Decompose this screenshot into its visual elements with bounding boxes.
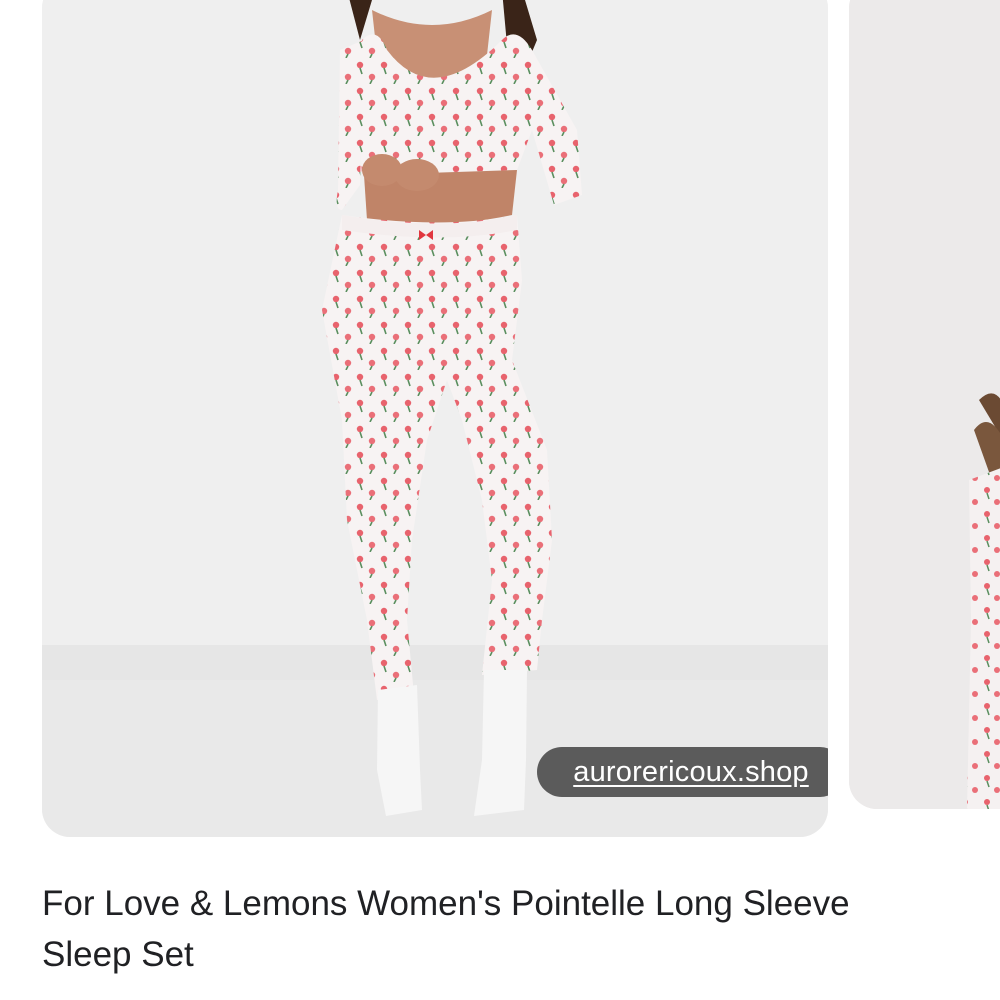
source-link[interactable]: aurorericoux.shop — [537, 747, 828, 797]
product-title[interactable]: For Love & Lemons Women's Pointelle Long… — [42, 878, 942, 980]
product-image-card[interactable]: aurorericoux.shop — [42, 0, 828, 837]
next-product-photo — [849, 0, 1000, 809]
next-image-card[interactable] — [849, 0, 1000, 809]
product-photo — [42, 0, 828, 837]
